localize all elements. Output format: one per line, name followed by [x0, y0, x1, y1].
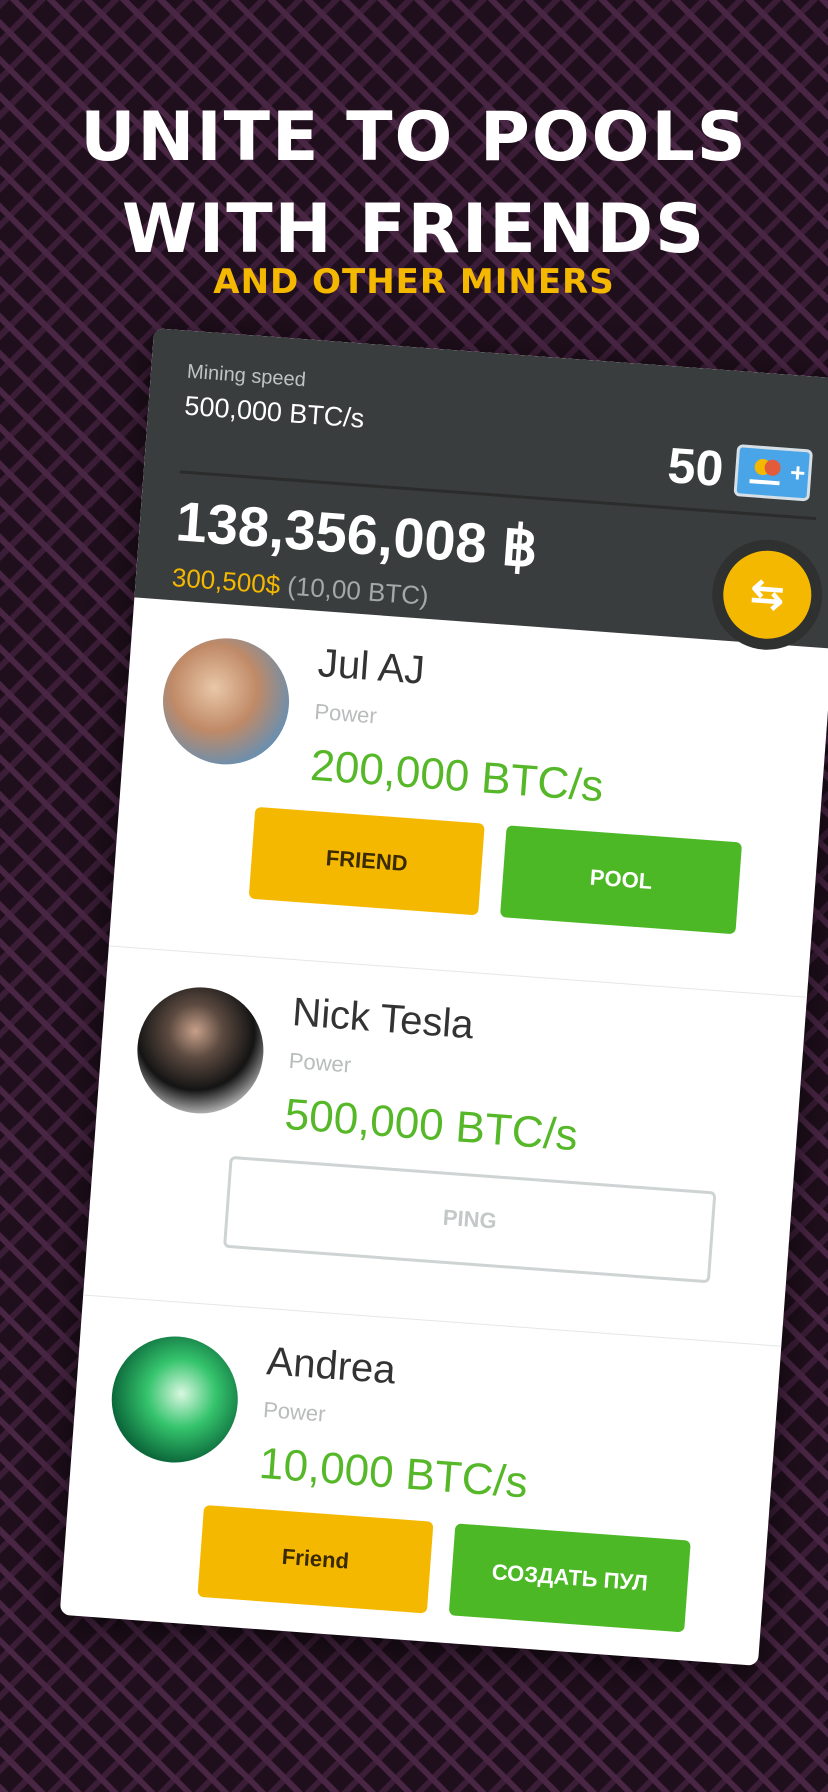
app-screen: Mining speed 500,000 BTC/s 50 + 138,356,… — [59, 328, 828, 1666]
balance-usd: 300,500$ — [170, 562, 282, 600]
promo-headline: UNITE TO POOLS WITH FRIENDS — [0, 92, 828, 276]
user-card: Jul AJ Power 200,000 BTC/s FRIEND POOL — [108, 597, 828, 998]
mining-speed-value: 500,000 BTC/s — [183, 390, 366, 434]
power-value: 10,000 BTC/s — [257, 1438, 530, 1508]
friend-button[interactable]: FRIEND — [248, 806, 485, 916]
user-card: Andrea Power 10,000 BTC/s Friend СОЗДАТЬ… — [60, 1295, 782, 1665]
user-name: Nick Tesla — [290, 990, 476, 1048]
credits-count: 50 — [665, 437, 726, 498]
swap-button-ring: ⇆ — [708, 535, 827, 654]
avatar[interactable] — [132, 982, 268, 1118]
power-label: Power — [262, 1397, 327, 1427]
mining-speed-label: Mining speed — [186, 360, 307, 392]
wallet-header: Mining speed 500,000 BTC/s 50 + 138,356,… — [134, 328, 828, 654]
power-label: Power — [287, 1047, 353, 1078]
user-name: Andrea — [265, 1339, 398, 1393]
user-card: Nick Tesla Power 500,000 BTC/s PING — [83, 946, 807, 1347]
credits-widget[interactable]: 50 + — [665, 436, 814, 504]
balance-btc: (10,00 BTC) — [286, 570, 430, 611]
power-label: Power — [313, 698, 378, 729]
friend-button[interactable]: Friend — [197, 1504, 434, 1614]
card-add-icon[interactable]: + — [733, 444, 814, 502]
avatar[interactable] — [107, 1332, 243, 1467]
pool-button[interactable]: POOL — [499, 825, 743, 935]
ping-button[interactable]: PING — [223, 1155, 717, 1284]
promo-subheadline: AND OTHER MINERS — [213, 262, 615, 302]
swap-arrows-icon: ⇆ — [748, 571, 786, 618]
create-pool-button[interactable]: СОЗДАТЬ ПУЛ — [448, 1523, 691, 1633]
headline-line-1: UNITE TO POOLS — [80, 98, 748, 177]
power-value: 500,000 BTC/s — [283, 1089, 580, 1161]
avatar[interactable] — [158, 633, 294, 769]
power-value: 200,000 BTC/s — [308, 740, 606, 812]
swap-button[interactable]: ⇆ — [720, 547, 815, 642]
user-name: Jul AJ — [316, 641, 427, 693]
